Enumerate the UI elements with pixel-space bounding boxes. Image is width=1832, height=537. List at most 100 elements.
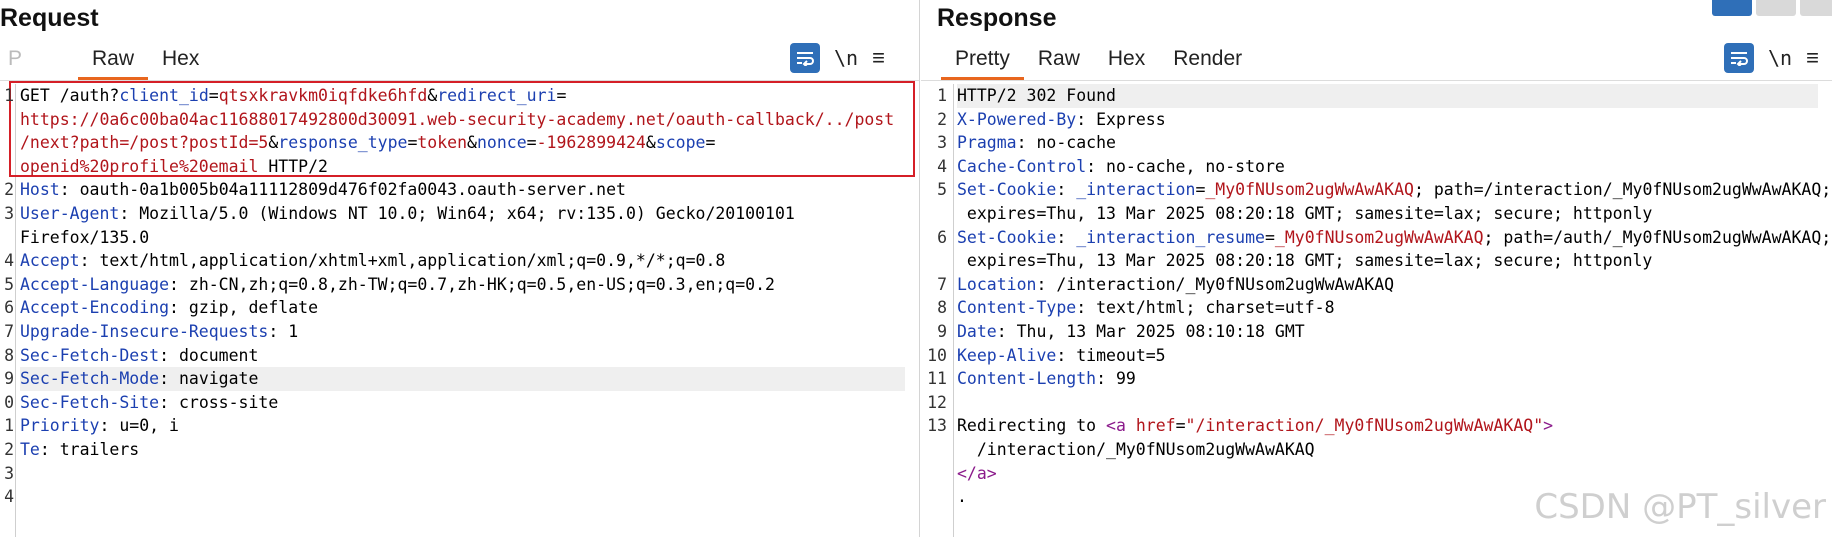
line-content: Sec-Fetch-Site: cross-site: [20, 391, 278, 415]
code-line: 4 Accept: text/html,application/xhtml+xml…: [0, 249, 919, 273]
code-text: =: [705, 133, 716, 153]
code-line: 9 Date: Thu, 13 Mar 2025 08:10:18 GMT: [921, 320, 1832, 344]
code-line: /interaction/_My0fNUsom2ugWwAwAKAQ: [921, 438, 1832, 462]
code-text: : no-cache, no-store: [1086, 156, 1285, 176]
tab-pretty-collapsed[interactable]: P: [0, 46, 78, 80]
line-content: Host: oauth-0a1b005b04a11112809d476f02fa…: [20, 178, 626, 202]
code-text: : Express: [1076, 109, 1166, 129]
code-line: 10 Keep-Alive: timeout=5: [921, 344, 1832, 368]
request-tabs: P Raw Hex: [0, 46, 213, 80]
line-number: 6: [4, 298, 14, 318]
code-text: HTTP/2: [258, 156, 328, 176]
wrap-lines-icon: [1731, 52, 1748, 66]
code-line: 7 Location: /interaction/_My0fNUsom2ugWwA…: [921, 273, 1832, 297]
code-text: =: [1264, 227, 1275, 247]
line-content: User-Agent: Mozilla/5.0 (Windows NT 10.0…: [20, 202, 795, 226]
header-name: scope: [655, 133, 706, 153]
code-line: 2 Te: trailers: [0, 438, 919, 462]
code-text: GET /auth?: [20, 86, 120, 105]
header-name: _interaction_resume: [1076, 227, 1265, 247]
code-text: Redirecting to: [957, 416, 1107, 436]
line-number: 7: [937, 274, 947, 294]
line-number: 6: [937, 227, 947, 247]
layout-side-by-side-button[interactable]: [1712, 0, 1752, 16]
line-content: /next?path=/post?postId=5&response_type=…: [20, 131, 715, 155]
code-text: href: [1135, 416, 1176, 436]
line-number: 4: [4, 251, 14, 271]
tab-render[interactable]: Render: [1159, 46, 1256, 80]
code-text: Firefox/135.0: [20, 227, 150, 247]
line-content: /interaction/_My0fNUsom2ugWwAwAKAQ: [957, 438, 1315, 462]
code-line: https://0a6c00ba04ac11688017492800d30091…: [0, 108, 919, 132]
wrap-lines-button[interactable]: [1724, 43, 1754, 73]
response-editor[interactable]: 1 HTTP/2 302 Found 2 X-Powered-By: Express 3…: [921, 84, 1832, 537]
code-text: : /interaction/_My0fNUsom2ugWwAwAKAQ: [1036, 274, 1395, 294]
param-value: openid%20profile%20email: [20, 156, 259, 176]
code-text: : Mozilla/5.0 (Windows NT 10.0; Win64; x…: [119, 203, 795, 223]
code-text: : Thu, 13 Mar 2025 08:10:18 GMT: [996, 321, 1305, 341]
line-content: .: [957, 485, 967, 509]
line-content: Content-Type: text/html; charset=utf-8: [957, 296, 1335, 320]
line-number: 7: [4, 321, 14, 341]
request-toolbar: \n ≡: [790, 43, 885, 73]
line-content: Cache-Control: no-cache, no-store: [957, 155, 1285, 179]
code-text: /interaction/_My0fNUsom2ugWwAwAKAQ: [957, 439, 1315, 459]
request-editor[interactable]: 1 GET /auth?client_id=qtsxkravkm0iqfdke6h…: [0, 81, 919, 537]
menu-icon[interactable]: ≡: [1806, 47, 1819, 69]
code-text: .: [957, 487, 967, 507]
line-content: Set-Cookie: _interaction_resume=_My0fNUs…: [957, 226, 1831, 250]
code-line: 1 GET /auth?client_id=qtsxkravkm0iqfdke6h…: [0, 84, 919, 108]
header-name: Accept: [20, 251, 80, 271]
param-value: https://0a6c00ba04ac11688017492800d30091…: [20, 109, 895, 129]
code-text: &: [645, 133, 656, 153]
code-text: : u=0, i: [99, 416, 179, 436]
tab-divider: [921, 80, 1832, 81]
code-text: expires=Thu, 13 Mar 2025 08:20:18 GMT; s…: [957, 203, 1653, 223]
line-number: 1: [937, 86, 947, 105]
layout-stacked-button[interactable]: [1756, 0, 1796, 16]
code-text: : 99: [1096, 369, 1136, 389]
param-value: "/interaction/_My0fNUsom2ugWwAwAKAQ": [1185, 416, 1544, 436]
code-text: <a: [1106, 416, 1136, 436]
line-content: HTTP/2 302 Found: [957, 84, 1818, 108]
header-name: Set-Cookie: [957, 180, 1057, 200]
header-name: response_type: [278, 133, 408, 153]
code-text: =: [526, 133, 537, 153]
code-line: 6 Set-Cookie: _interaction_resume=_My0fNU…: [921, 226, 1832, 250]
line-content: Pragma: no-cache: [957, 131, 1116, 155]
code-line: 3 Pragma: no-cache: [921, 131, 1832, 155]
line-content: Priority: u=0, i: [20, 414, 179, 438]
param-value: _My0fNUsom2ugWwAwAKAQ: [1274, 227, 1484, 247]
tab-raw[interactable]: Raw: [78, 46, 149, 80]
line-number: 8: [937, 298, 947, 318]
tab-raw[interactable]: Raw: [1024, 46, 1094, 80]
show-newlines-button[interactable]: \n: [834, 46, 858, 70]
code-text: : navigate: [159, 369, 259, 389]
tab-pretty[interactable]: Pretty: [941, 46, 1024, 80]
response-title: Response: [937, 4, 1057, 32]
code-text: : document: [159, 345, 259, 365]
code-text: : text/html,application/xhtml+xml,applic…: [79, 251, 726, 271]
show-newlines-button[interactable]: \n: [1768, 46, 1792, 70]
tab-hex[interactable]: Hex: [148, 46, 213, 80]
line-number: 3: [937, 133, 947, 153]
line-number: 11: [927, 369, 947, 389]
code-line: openid%20profile%20email HTTP/2: [0, 155, 919, 179]
line-content: Set-Cookie: _interaction=_My0fNUsom2ugWw…: [957, 178, 1831, 202]
code-line: 6 Accept-Encoding: gzip, deflate: [0, 296, 919, 320]
code-line: 3 User-Agent: Mozilla/5.0 (Windows NT 10.…: [0, 202, 919, 226]
code-text: =: [208, 86, 219, 105]
header-name: Accept-Encoding: [20, 298, 170, 318]
wrap-lines-icon: [797, 52, 814, 66]
tab-hex[interactable]: Hex: [1094, 46, 1159, 80]
line-content: Te: trailers: [20, 438, 139, 462]
menu-icon[interactable]: ≡: [872, 47, 885, 69]
layout-tabs-button[interactable]: [1800, 0, 1832, 16]
header-name: Content-Length: [957, 369, 1097, 389]
code-line: 8 Content-Type: text/html; charset=utf-8: [921, 296, 1832, 320]
line-content: Accept-Language: zh-CN,zh;q=0.8,zh-TW;q=…: [20, 273, 775, 297]
wrap-lines-button[interactable]: [790, 43, 820, 73]
code-line: 7 Upgrade-Insecure-Requests: 1: [0, 320, 919, 344]
code-text: &: [467, 133, 477, 153]
header-name: Cache-Control: [957, 156, 1087, 176]
